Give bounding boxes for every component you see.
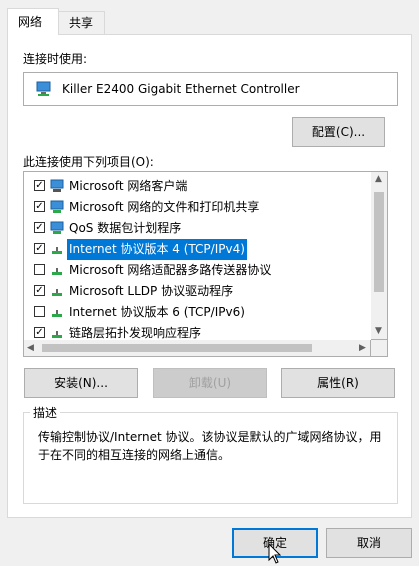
protocol-icon	[52, 331, 62, 338]
scroll-up-icon[interactable]: ▲	[375, 174, 382, 184]
horizontal-scrollbar[interactable]: ◀ ▶	[23, 340, 371, 357]
scroll-thumb[interactable]	[374, 192, 384, 292]
adapter-name: Killer E2400 Gigabit Ethernet Controller	[62, 82, 300, 96]
configure-button[interactable]: 配置(C)...	[292, 117, 385, 147]
adapter-box: Killer E2400 Gigabit Ethernet Controller	[23, 72, 398, 106]
checkbox[interactable]	[34, 306, 45, 317]
checkbox[interactable]	[34, 264, 45, 275]
items-section-label: 此连接使用下列项目(O):	[23, 155, 154, 169]
description-line-1: 传输控制协议/Internet 协议。该协议是默认的广域网络协议，用	[38, 430, 382, 444]
scrollbar-corner	[371, 340, 388, 357]
tab-share[interactable]: 共享	[58, 11, 105, 34]
list-item-label: Microsoft 网络的文件和打印机共享	[69, 200, 260, 214]
components-list[interactable]: ✓ Microsoft 网络客户端 ✓ Microsoft 网络的文件和打印机共…	[23, 171, 386, 357]
description-line-2: 于在不同的相互连接的网络上通信。	[38, 448, 231, 462]
mouse-cursor-icon	[268, 543, 282, 564]
scroll-thumb[interactable]	[42, 344, 312, 352]
connect-using-label: 连接时使用:	[23, 52, 88, 66]
scroll-left-icon[interactable]: ◀	[27, 343, 34, 353]
protocol-icon	[52, 268, 62, 275]
list-item[interactable]: ✓ Microsoft 网络客户端	[24, 176, 369, 197]
protocol-icon	[52, 310, 62, 317]
checkbox[interactable]: ✓	[34, 243, 45, 254]
cancel-button[interactable]: 取消	[326, 528, 412, 558]
file-printer-sharing-icon	[50, 200, 64, 213]
description-title: 描述	[30, 404, 61, 421]
list-item[interactable]: ✓ Internet 协议版本 4 (TCP/IPv4)	[24, 239, 369, 260]
network-adapter-icon	[36, 81, 51, 96]
qos-icon	[50, 221, 64, 234]
list-item-label: Internet 协议版本 6 (TCP/IPv6)	[69, 305, 245, 319]
list-item[interactable]: Internet 协议版本 6 (TCP/IPv6)	[24, 302, 369, 323]
network-tab-panel: 连接时使用: Killer E2400 Gigabit Ethernet Con…	[7, 34, 412, 518]
protocol-icon	[52, 247, 62, 254]
list-item[interactable]: Microsoft 网络适配器多路传送器协议	[24, 260, 369, 281]
checkbox[interactable]: ✓	[34, 222, 45, 233]
checkbox[interactable]: ✓	[34, 180, 45, 191]
list-item-label: QoS 数据包计划程序	[69, 221, 182, 235]
list-item[interactable]: ✓ Microsoft LLDP 协议驱动程序	[24, 281, 369, 302]
checkbox[interactable]: ✓	[34, 327, 45, 338]
install-button[interactable]: 安装(N)...	[24, 368, 138, 398]
tab-network[interactable]: 网络	[7, 8, 59, 35]
network-client-icon	[50, 179, 64, 192]
list-item-label: Internet 协议版本 4 (TCP/IPv4)	[67, 239, 247, 260]
properties-button[interactable]: 属性(R)	[281, 368, 395, 398]
checkbox[interactable]: ✓	[34, 285, 45, 296]
scroll-right-icon[interactable]: ▶	[359, 343, 366, 353]
list-item[interactable]: ✓ Microsoft 网络的文件和打印机共享	[24, 197, 369, 218]
protocol-icon	[52, 289, 62, 296]
scroll-down-icon[interactable]: ▼	[375, 326, 382, 336]
list-item-label: Microsoft 网络客户端	[69, 179, 188, 193]
uninstall-button[interactable]: 卸载(U)	[153, 368, 267, 398]
list-item-label: Microsoft 网络适配器多路传送器协议	[69, 263, 272, 277]
list-item-label: Microsoft LLDP 协议驱动程序	[69, 284, 234, 298]
tab-network-label: 网络	[18, 15, 43, 29]
list-item[interactable]: ✓ QoS 数据包计划程序	[24, 218, 369, 239]
tab-share-label: 共享	[69, 16, 94, 30]
checkbox[interactable]: ✓	[34, 201, 45, 212]
vertical-scrollbar[interactable]: ▲ ▼	[371, 171, 388, 340]
